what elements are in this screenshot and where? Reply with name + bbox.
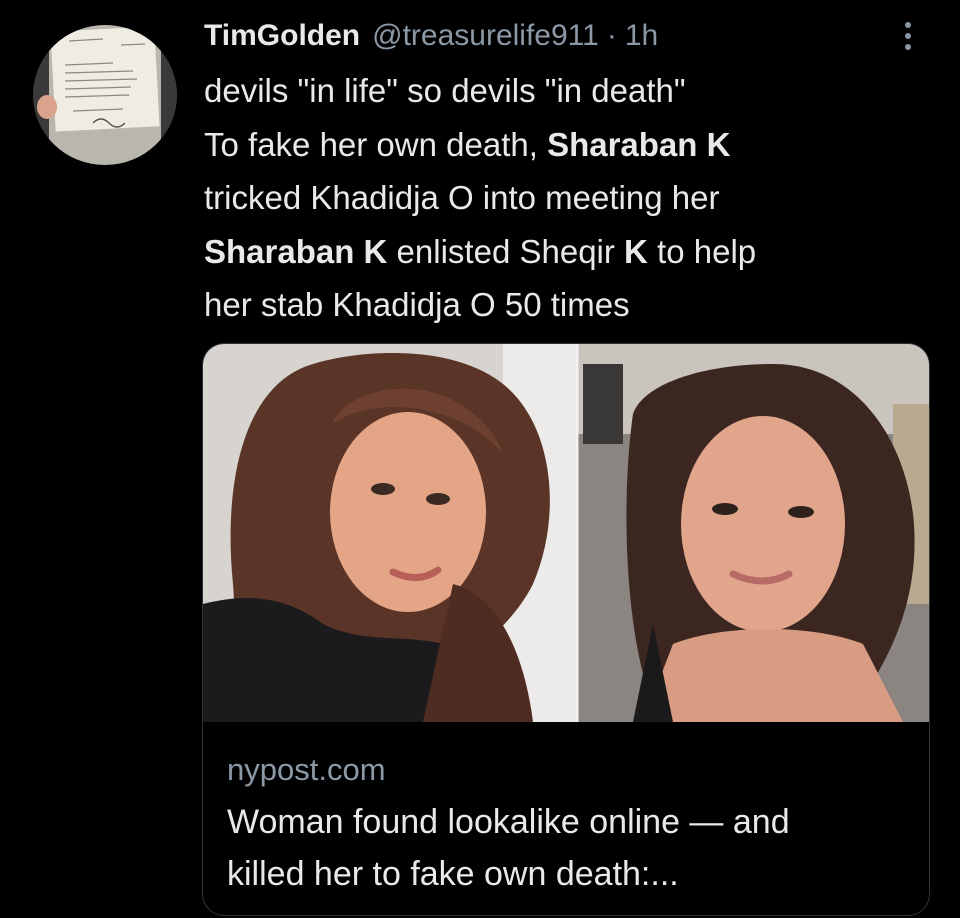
link-headline-line: killed her to fake own death:... [227,855,679,893]
link-domain: nypost.com [227,752,386,787]
tweet-text-line: Sharaban K enlisted Sheqir K to help [204,225,904,279]
tweet-text-bold-segment: K [624,232,648,270]
author-display-name[interactable]: TimGolden [204,19,360,53]
author-handle[interactable]: @treasurelife911 [372,19,599,53]
tweet-text-segment: To fake her own death, [204,125,548,163]
link-card-meta: nypost.com Woman found lookalike online … [203,722,929,915]
tweet-header: TimGolden @treasurelife911 · 1h [204,14,658,58]
tweet-text-segment: to help [647,232,757,270]
tweet-text-bold-segment: Sharaban K [204,232,388,270]
link-card[interactable]: nypost.com Woman found lookalike online … [202,343,930,916]
avatar[interactable] [33,25,177,165]
left-photo [203,344,577,722]
tweet-text-line: devils "in life" so devils "in death" [204,64,904,118]
tweet-text-segment: enlisted Sheqir [387,232,625,270]
tweet-text-segment: devils "in life" so devils "in death" [204,72,686,109]
tweet-text: devils "in life" so devils "in death" To … [204,64,904,332]
link-headline-line: Woman found lookalike online — and [227,803,790,841]
right-photo [577,344,929,722]
avatar-image [33,25,177,165]
tweet-text-line: To fake her own death, Sharaban K [204,118,904,172]
separator-dot: · [606,19,617,52]
tweet-text-segment: tricked Khadidja O into meeting her [204,179,720,216]
tweet-timestamp[interactable]: 1h [625,19,658,53]
tweet-text-bold-segment: Sharaban K [547,125,731,163]
link-headline: Woman found lookalike online — and kille… [227,796,907,900]
link-card-image [203,344,929,722]
tweet-text-segment: her stab Khadidja O 50 times [204,286,630,323]
tweet-text-line: her stab Khadidja O 50 times [204,278,904,332]
tweet-text-line: tricked Khadidja O into meeting her [204,171,904,225]
more-vertical-icon[interactable] [892,14,924,58]
